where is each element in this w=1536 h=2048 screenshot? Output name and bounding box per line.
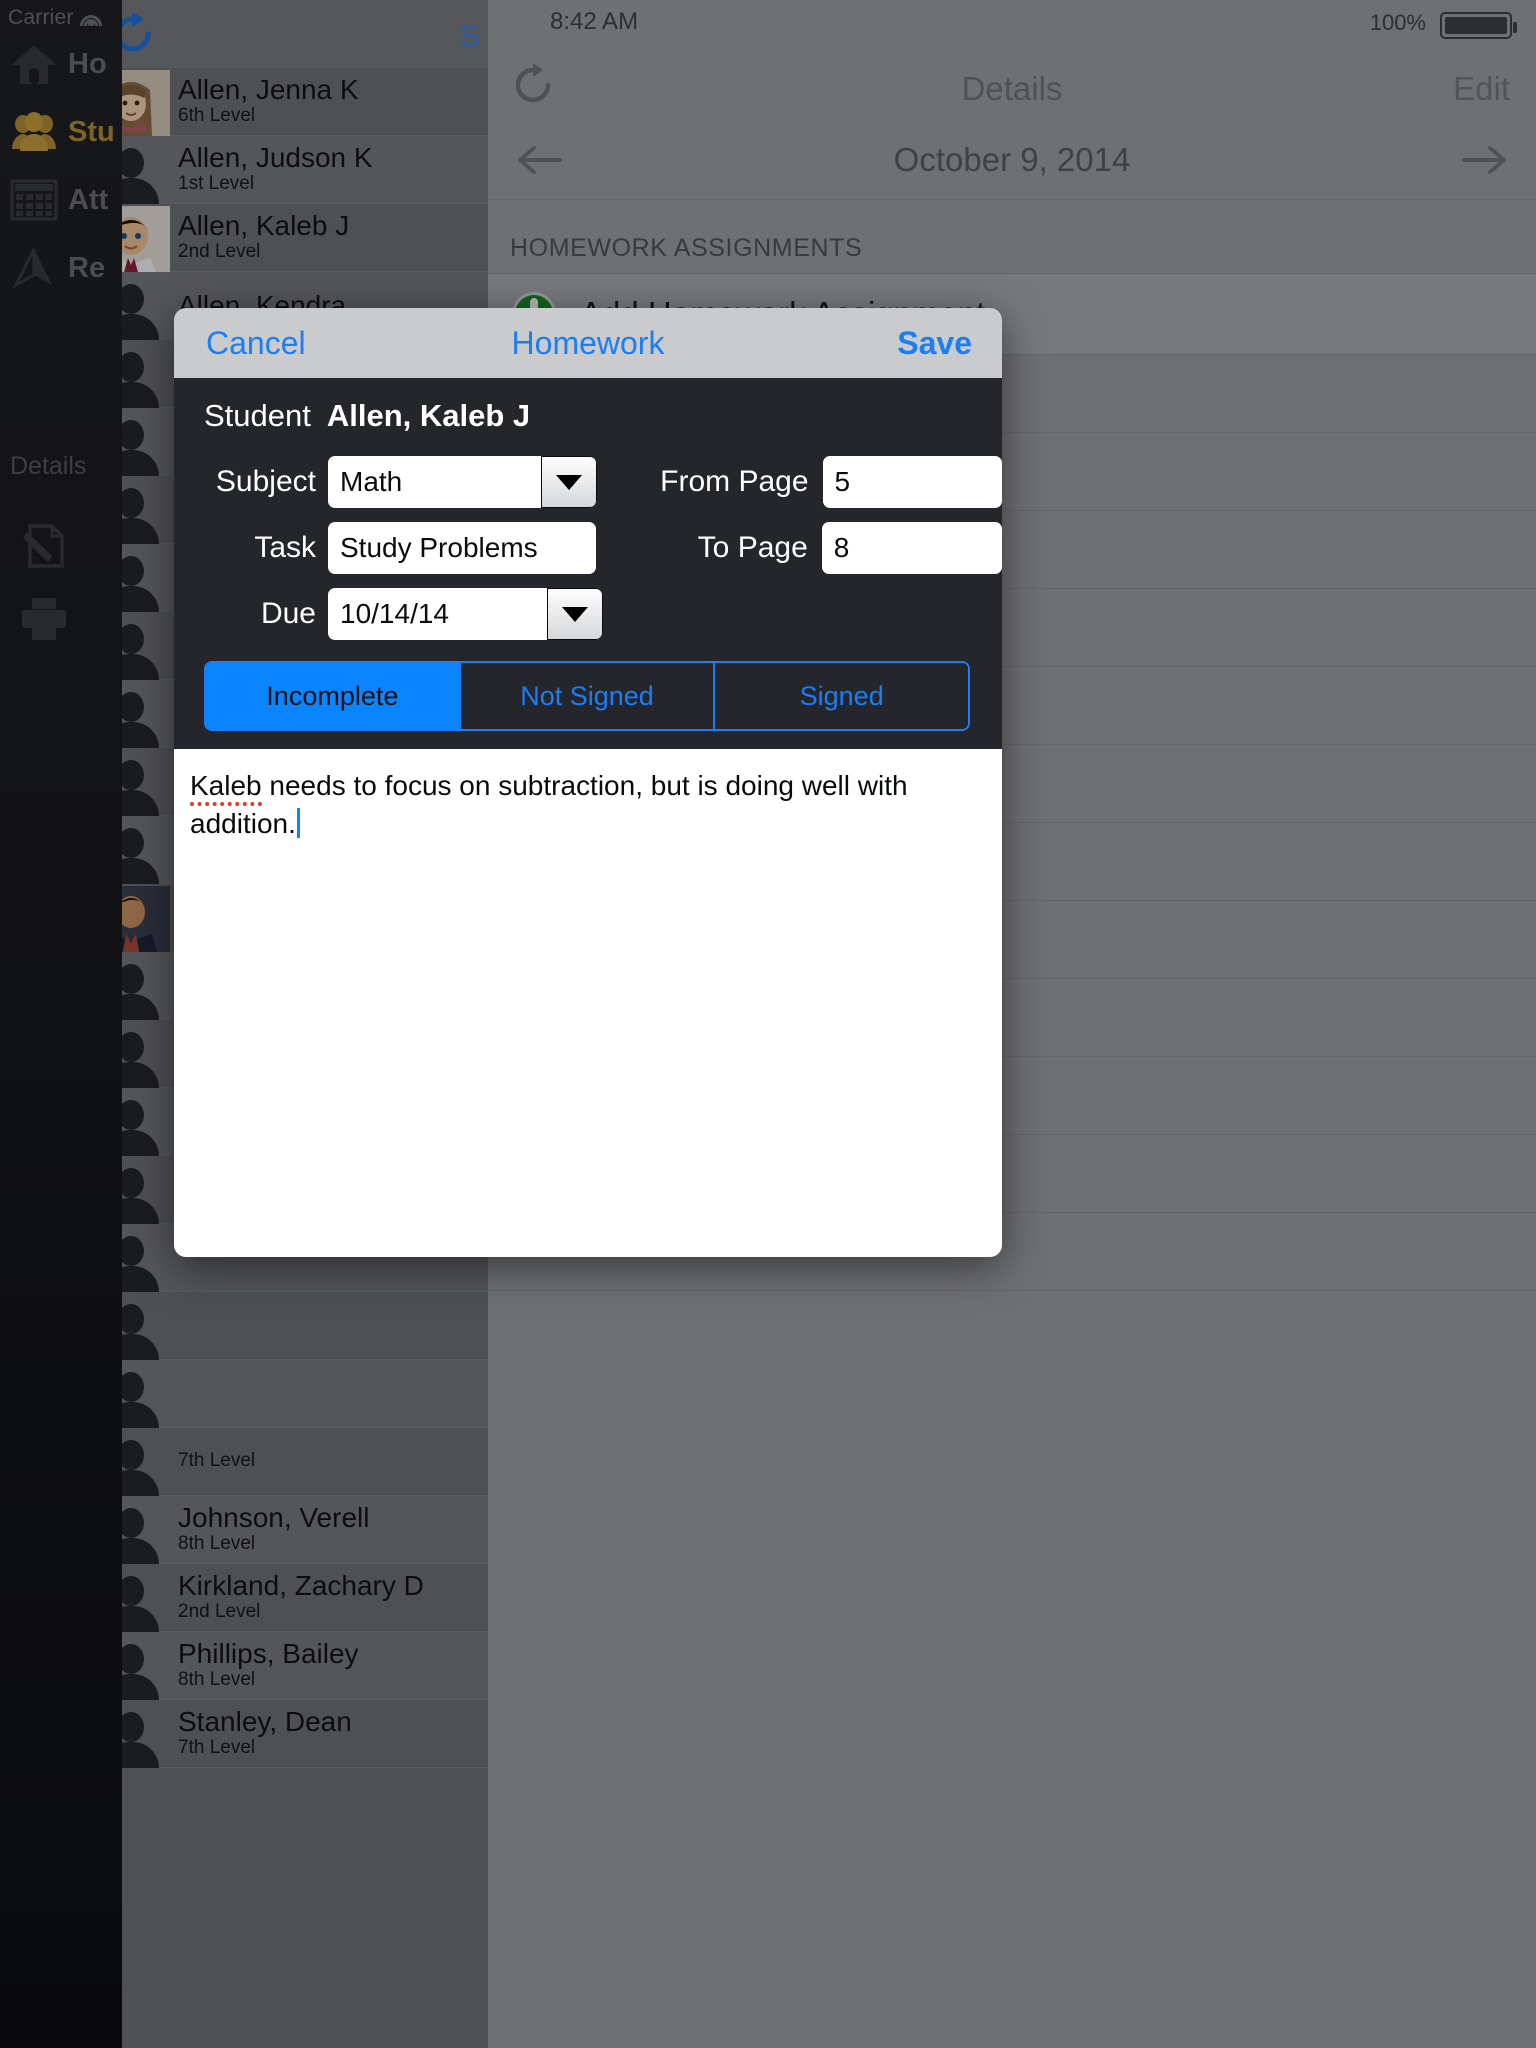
form-row-due: Due 10/14/14 — [174, 588, 1002, 640]
student-name-value: Allen, Kaleb J — [326, 398, 531, 433]
from-page-input[interactable]: 5 — [822, 456, 1002, 508]
cancel-button[interactable]: Cancel — [206, 325, 306, 362]
save-button[interactable]: Save — [897, 325, 972, 362]
task-input[interactable]: Study Problems — [328, 522, 596, 574]
text-cursor — [296, 807, 300, 838]
to-page-label: To Page — [697, 531, 808, 564]
due-date-select[interactable]: 10/14/14 — [328, 588, 603, 640]
notes-textarea[interactable]: Kaleb needs to focus on subtraction, but… — [174, 749, 1002, 1257]
form-row-subject: Subject Math From Page 5 — [174, 456, 1002, 508]
student-label: Student — [204, 398, 311, 433]
status-segment[interactable]: Incomplete — [206, 663, 461, 729]
due-label: Due — [260, 597, 316, 630]
from-page-value: 5 — [834, 466, 851, 497]
subject-select[interactable]: Math — [328, 456, 597, 508]
status-segment[interactable]: Signed — [715, 663, 968, 729]
chevron-down-icon[interactable] — [547, 588, 603, 640]
status-segment[interactable]: Not Signed — [460, 663, 716, 729]
chevron-down-icon[interactable] — [540, 456, 597, 508]
task-value: Study Problems — [340, 532, 538, 563]
subject-value: Math — [340, 466, 403, 497]
modal-header: Cancel Homework Save — [174, 308, 1002, 378]
from-page-label: From Page — [660, 465, 809, 498]
student-row: Student Allen, Kaleb J — [174, 398, 1002, 434]
notes-misspelled-word: Kaleb — [190, 770, 262, 806]
task-label: Task — [254, 531, 316, 564]
form-row-task: Task Study Problems To Page 8 — [174, 522, 1002, 574]
status-segmented-control[interactable]: Incomplete Not Signed Signed — [204, 661, 970, 731]
homework-modal: Cancel Homework Save Student Allen, Kale… — [174, 308, 1002, 1257]
subject-label: Subject — [215, 465, 316, 498]
to-page-input[interactable]: 8 — [821, 522, 1002, 574]
due-value: 10/14/14 — [340, 598, 449, 629]
homework-form: Student Allen, Kaleb J Subject Math From… — [174, 378, 1002, 749]
to-page-value: 8 — [833, 532, 850, 563]
